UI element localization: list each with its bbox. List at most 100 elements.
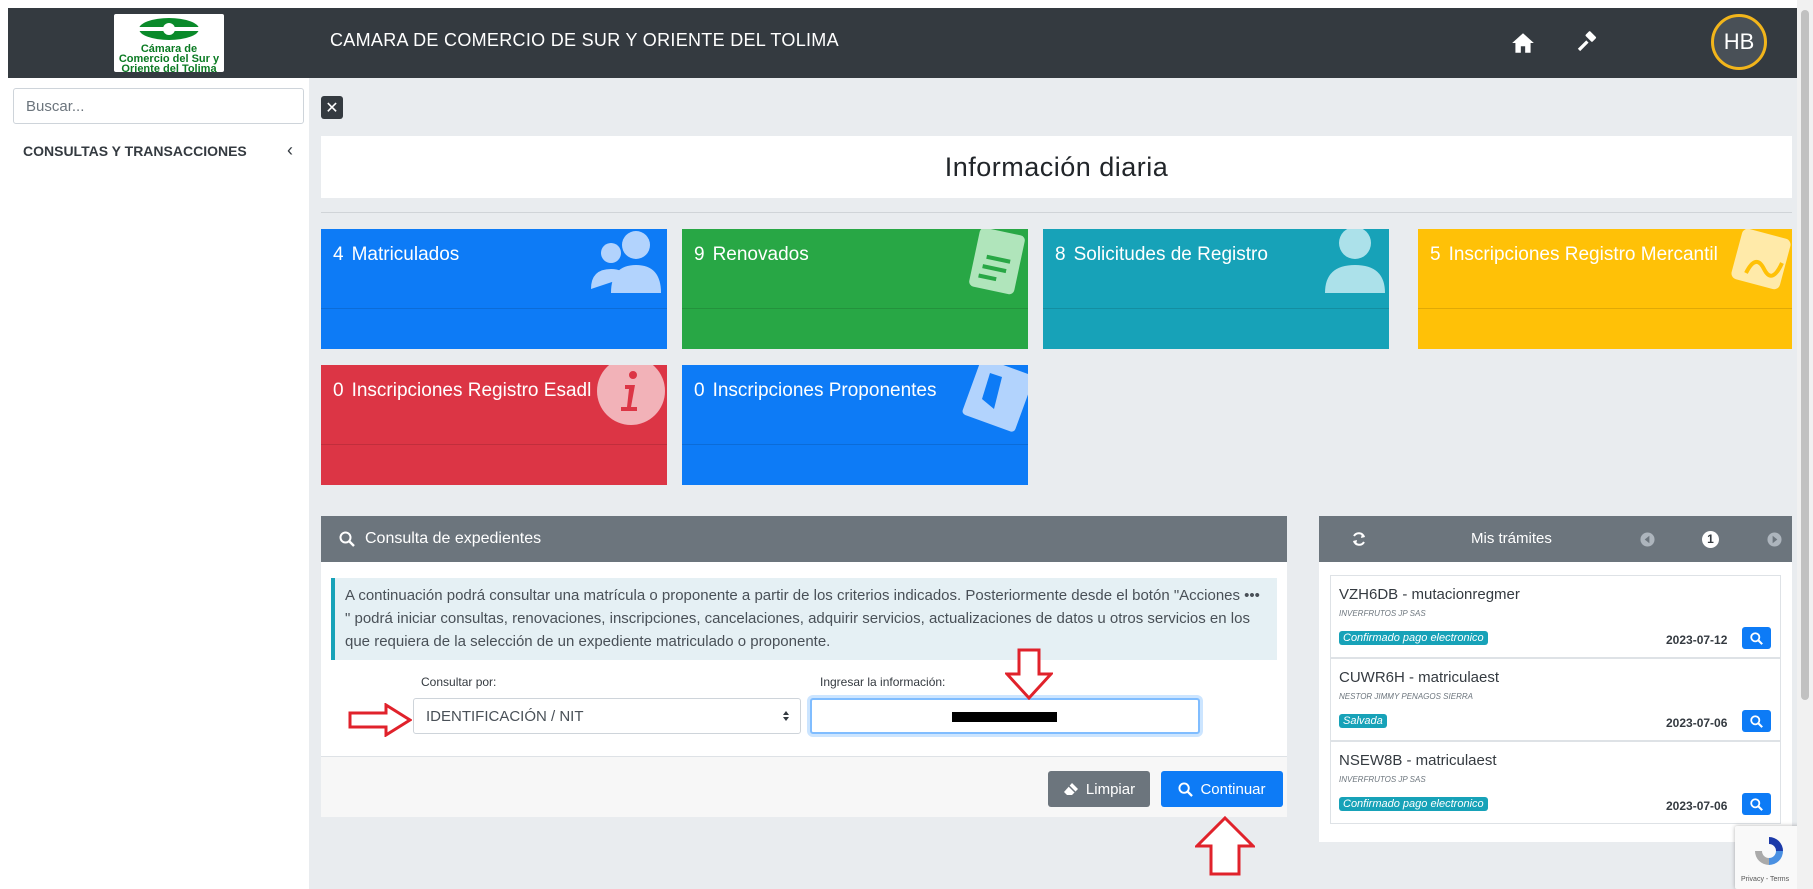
info-icon: [597, 365, 665, 425]
list-item[interactable]: VZH6DB - mutacionregmer INVERFRUTOS JP S…: [1330, 575, 1781, 658]
list-item[interactable]: NSEW8B - matriculaest INVERFRUTOS JP SAS…: [1330, 741, 1781, 824]
prev-page-icon[interactable]: [1640, 532, 1655, 547]
tile-solicitudes[interactable]: 8 Solicitudes de Registro: [1043, 229, 1389, 349]
annotation-arrow-up-icon: [1195, 816, 1255, 876]
tile-count: 0: [333, 380, 344, 401]
recaptcha-terms[interactable]: Privacy - Terms: [1741, 876, 1789, 883]
annotation-arrow-down-icon: [1005, 648, 1053, 700]
tramites-card-header: Mis trámites 1: [1319, 516, 1792, 562]
divider: [321, 212, 1792, 213]
gavel-icon[interactable]: [1574, 30, 1600, 56]
tile-footer: [321, 444, 667, 485]
tramite-code: CUWR6H - matriculaest: [1339, 669, 1500, 686]
select-arrows-icon: [783, 711, 789, 721]
view-tramite-button[interactable]: [1742, 627, 1771, 649]
recaptcha-icon: [1755, 837, 1783, 865]
logo-emblem-icon: [139, 18, 199, 40]
scrollbar[interactable]: [1797, 0, 1813, 889]
tile-label: Inscripciones Proponentes: [712, 380, 937, 401]
tramite-date: 2023-07-06: [1666, 799, 1728, 813]
top-navbar: Cámara de Comercio del Sur y Oriente del…: [8, 8, 1805, 78]
consulta-card-footer: Limpiar Continuar: [321, 756, 1287, 817]
search-icon: [339, 531, 355, 547]
consultar-label: Consultar por:: [421, 675, 497, 689]
tile-count: 5: [1430, 244, 1441, 265]
search-input[interactable]: [13, 88, 304, 124]
list-item[interactable]: CUWR6H - matriculaest NESTOR JIMMY PENAG…: [1330, 658, 1781, 741]
tramite-date: 2023-07-12: [1666, 633, 1728, 647]
tile-label: Inscripciones Registro Esadl: [351, 380, 592, 401]
home-icon[interactable]: [1510, 30, 1536, 56]
document-icon: [969, 229, 1025, 295]
logo-text: Cámara de Comercio del Sur y Oriente del…: [118, 43, 220, 73]
refresh-icon[interactable]: [1351, 531, 1367, 547]
tramite-code: VZH6DB - mutacionregmer: [1339, 586, 1520, 603]
info-alert: A continuación podrá consultar una matrí…: [331, 578, 1277, 660]
tile-label: Matriculados: [351, 244, 460, 265]
chevron-left-icon: ‹: [287, 140, 293, 160]
tramite-owner: INVERFRUTOS JP SAS: [1339, 609, 1426, 618]
recaptcha-badge[interactable]: Privacy - Terms: [1735, 826, 1801, 889]
page-number[interactable]: 1: [1702, 531, 1719, 548]
tramite-owner: INVERFRUTOS JP SAS: [1339, 775, 1426, 784]
redacted-value: [952, 712, 1057, 722]
continuar-button[interactable]: Continuar: [1161, 771, 1283, 807]
tile-matriculados[interactable]: 4 Matriculados: [321, 229, 667, 349]
tile-footer: [1418, 308, 1792, 349]
consulta-card-header: Consulta de expedientes: [321, 516, 1287, 562]
informacion-input[interactable]: [810, 698, 1200, 734]
logo[interactable]: Cámara de Comercio del Sur y Oriente del…: [114, 14, 224, 72]
eraser-icon: [1063, 783, 1078, 795]
tile-label: Solicitudes de Registro: [1073, 244, 1268, 265]
tile-inscripciones-mercantil[interactable]: 5 Inscripciones Registro Mercantil: [1418, 229, 1792, 349]
limpiar-button[interactable]: Limpiar: [1048, 771, 1150, 807]
avatar[interactable]: HB: [1711, 14, 1767, 70]
app-window: Cámara de Comercio del Sur y Oriente del…: [8, 8, 1805, 889]
annotation-arrow-right-icon: [348, 703, 412, 737]
tile-footer: [1043, 308, 1389, 349]
consulta-card: Consulta de expedientes A continuación p…: [321, 516, 1287, 817]
tile-renovados[interactable]: 9 Renovados: [682, 229, 1028, 349]
tile-count: 0: [694, 380, 705, 401]
view-tramite-button[interactable]: [1742, 793, 1771, 815]
tile-count: 9: [694, 244, 705, 265]
tile-footer: [682, 444, 1028, 485]
consultar-select-value: IDENTIFICACIÓN / NIT: [426, 707, 584, 725]
page-title: Información diaria: [321, 136, 1792, 198]
limpiar-label: Limpiar: [1085, 780, 1136, 798]
users-icon: [591, 231, 661, 293]
view-tramite-button[interactable]: [1742, 710, 1771, 732]
search-icon: [1178, 781, 1194, 797]
continuar-label: Continuar: [1200, 780, 1266, 798]
search-icon: [1750, 714, 1763, 728]
tile-inscripciones-proponentes[interactable]: 0 Inscripciones Proponentes: [682, 365, 1028, 485]
tramites-card: Mis trámites 1 VZH6DB - mutacionregmer I…: [1319, 516, 1792, 842]
tramites-title: Mis trámites: [1471, 530, 1552, 547]
tile-label: Renovados: [712, 244, 809, 265]
consultar-select[interactable]: IDENTIFICACIÓN / NIT: [413, 698, 801, 734]
tile-count: 8: [1055, 244, 1066, 265]
tile-count: 4: [333, 244, 344, 265]
next-page-icon[interactable]: [1767, 532, 1782, 547]
status-badge: Salvada: [1339, 714, 1387, 728]
sidebar-item-label: CONSULTAS Y TRANSACCIONES: [23, 143, 247, 159]
tramite-date: 2023-07-06: [1666, 716, 1728, 730]
consulta-title: Consulta de expedientes: [365, 530, 542, 547]
signature-icon: [1731, 229, 1791, 290]
tile-inscripciones-esadl[interactable]: 0 Inscripciones Registro Esadl: [321, 365, 667, 485]
status-badge: Confirmado pago electronico: [1339, 631, 1488, 645]
tile-label: Inscripciones Registro Mercantil: [1448, 244, 1718, 265]
tramite-owner: NESTOR JIMMY PENAGOS SIERRA: [1339, 692, 1473, 701]
sidebar: CONSULTAS Y TRANSACCIONES ‹: [8, 78, 309, 889]
tile-footer: [682, 308, 1028, 349]
user-icon: [1325, 229, 1385, 293]
close-button[interactable]: ✕: [321, 96, 343, 119]
scrollbar-thumb[interactable]: [1801, 10, 1809, 700]
app-title: CAMARA DE COMERCIO DE SUR Y ORIENTE DEL …: [330, 30, 839, 50]
search-icon: [1750, 631, 1763, 645]
search-icon: [1750, 797, 1763, 811]
id-badge-icon: [962, 365, 1028, 432]
tile-footer: [321, 308, 667, 349]
sidebar-item-consultas[interactable]: CONSULTAS Y TRANSACCIONES ‹: [23, 140, 293, 160]
tramite-code: NSEW8B - matriculaest: [1339, 752, 1497, 769]
